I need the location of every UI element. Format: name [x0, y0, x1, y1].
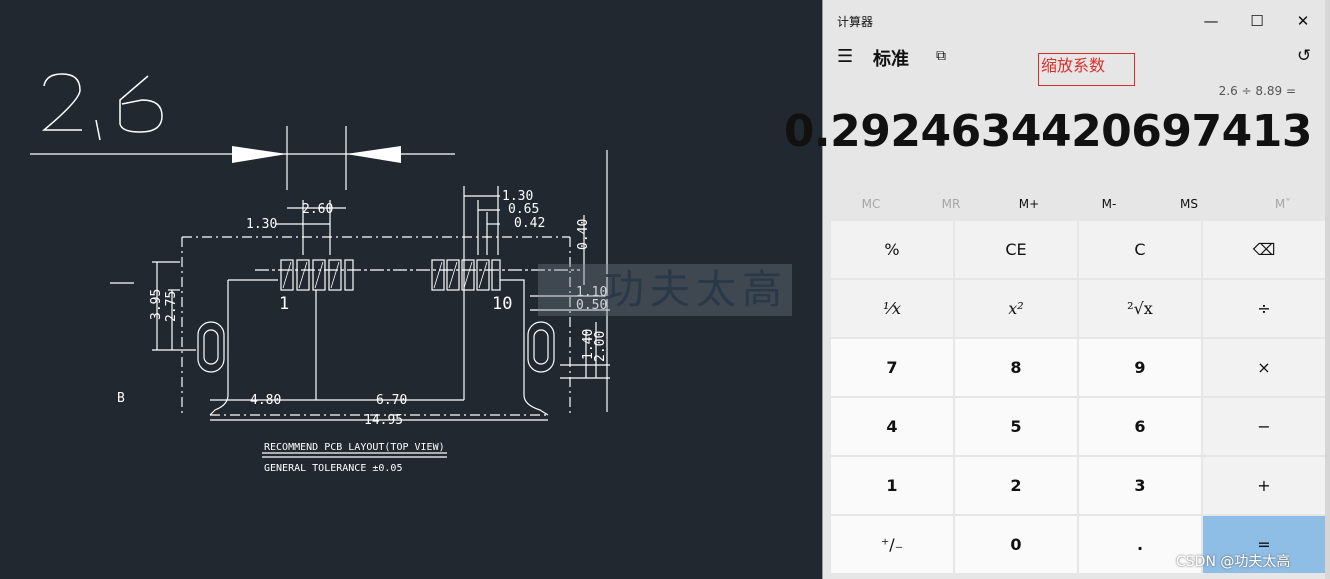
- dim-6-70: 6.70: [376, 393, 407, 408]
- square-root-key[interactable]: ²√x: [1079, 280, 1201, 337]
- dim-0-65: 0.65: [508, 202, 539, 217]
- digit-2-key[interactable]: 2: [955, 457, 1077, 514]
- maximize-icon: ☐: [1250, 12, 1264, 30]
- dim-1-30-left: 1.30: [246, 217, 277, 232]
- dim-0-40: 0.40: [576, 219, 591, 250]
- subtract-key[interactable]: −: [1203, 398, 1325, 455]
- memory-recall-button[interactable]: MR: [911, 190, 991, 218]
- digit-3-key[interactable]: 3: [1079, 457, 1201, 514]
- multiply-key[interactable]: ×: [1203, 339, 1325, 396]
- memory-list-button[interactable]: Mˇ: [1243, 190, 1323, 218]
- pin-1-label: 1: [279, 294, 289, 314]
- annotation-box: 缩放系数: [1038, 53, 1135, 86]
- negate-key[interactable]: ⁺/₋: [831, 516, 953, 573]
- minimize-button[interactable]: —: [1188, 6, 1234, 36]
- cad-drawing-area[interactable]: 2.60 1.30 1.30 0.65 0.42 0.40 1.10 0.50 …: [0, 0, 822, 579]
- expression-display: 2.6 ÷ 8.89 =: [1218, 84, 1296, 98]
- mode-title: 标准: [873, 49, 909, 70]
- dim-2-60: 2.60: [302, 202, 333, 217]
- percent-key[interactable]: %: [831, 221, 953, 278]
- digit-0-key[interactable]: 0: [955, 516, 1077, 573]
- pin-10-label: 10: [492, 294, 512, 314]
- history-icon[interactable]: ↺: [1297, 46, 1311, 66]
- left-marker: B: [117, 391, 125, 406]
- maximize-button[interactable]: ☐: [1234, 6, 1280, 36]
- memory-row: MC MR M+ M- MS Mˇ: [831, 190, 1323, 218]
- result-display: 0.2924634420697413: [783, 106, 1313, 157]
- close-icon: ✕: [1296, 12, 1310, 30]
- digit-7-key[interactable]: 7: [831, 339, 953, 396]
- digit-5-key[interactable]: 5: [955, 398, 1077, 455]
- clear-entry-key[interactable]: CE: [955, 221, 1077, 278]
- window-edge: [1325, 0, 1330, 579]
- memory-add-button[interactable]: M+: [989, 190, 1069, 218]
- dim-4-80: 4.80: [250, 393, 281, 408]
- title-bar[interactable]: 计算器 — ☐ ✕: [823, 0, 1330, 40]
- dim-0-42: 0.42: [514, 216, 545, 231]
- memory-subtract-button[interactable]: M-: [1069, 190, 1149, 218]
- clear-key[interactable]: C: [1079, 221, 1201, 278]
- csdn-watermark: CSDN @功夫太高: [1176, 554, 1291, 570]
- dim-3-95: 3.95: [149, 289, 164, 320]
- watermark: 功夫太高: [538, 264, 792, 316]
- app-title: 计算器: [837, 15, 874, 29]
- digit-1-key[interactable]: 1: [831, 457, 953, 514]
- digit-6-key[interactable]: 6: [1079, 398, 1201, 455]
- minimize-icon: —: [1203, 12, 1219, 30]
- keep-on-top-icon[interactable]: ⧉: [936, 48, 946, 64]
- reciprocal-key[interactable]: ¹⁄x: [831, 280, 953, 337]
- dim-2-00: 2.00: [593, 331, 608, 362]
- divide-key[interactable]: ÷: [1203, 280, 1325, 337]
- square-key[interactable]: x²: [955, 280, 1077, 337]
- tolerance-note: GENERAL TOLERANCE ±0.05: [264, 463, 402, 474]
- close-button[interactable]: ✕: [1280, 6, 1326, 36]
- memory-clear-button[interactable]: MC: [831, 190, 911, 218]
- hamburger-menu-icon[interactable]: ☰: [837, 46, 853, 67]
- memory-store-button[interactable]: MS: [1149, 190, 1229, 218]
- digit-8-key[interactable]: 8: [955, 339, 1077, 396]
- layout-caption: RECOMMEND PCB LAYOUT(TOP VIEW): [264, 442, 445, 453]
- calculator-window: 计算器 — ☐ ✕ ☰ 标准 ⧉ ↺ 缩放系数 2.6 ÷ 8.89 = 0.2…: [784, 0, 1330, 579]
- dim-14-95: 14.95: [364, 413, 403, 428]
- backspace-key[interactable]: ⌫: [1203, 221, 1325, 278]
- dim-2-75: 2.75: [164, 291, 179, 322]
- digit-4-key[interactable]: 4: [831, 398, 953, 455]
- digit-9-key[interactable]: 9: [1079, 339, 1201, 396]
- add-key[interactable]: +: [1203, 457, 1325, 514]
